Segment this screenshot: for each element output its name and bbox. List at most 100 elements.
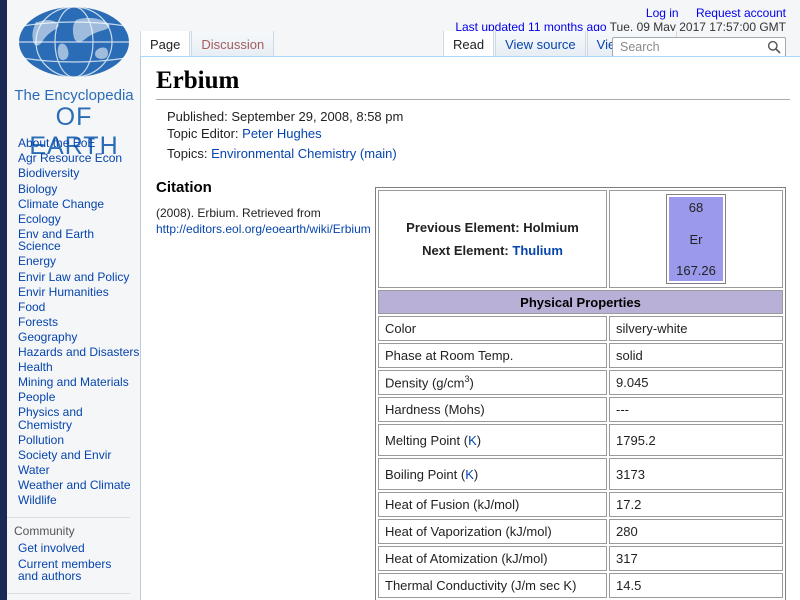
unit-link-k[interactable]: K (468, 433, 477, 448)
table-row: Melting Point (K)1795.2 (378, 424, 783, 456)
sidebar-item-agr-resource-econ[interactable]: Agr Resource Econ (18, 152, 140, 165)
physical-properties-header: Physical Properties (378, 290, 783, 314)
list-item: Weather and Climate (7, 478, 140, 493)
citation-url-link[interactable]: http://editors.eol.org/eoearth/wiki/Erbi… (156, 222, 371, 236)
tab-read[interactable]: Read (443, 31, 494, 57)
tab-discussion[interactable]: Discussion (191, 31, 274, 57)
property-label: Heat of Atomization (kJ/mol) (378, 546, 607, 571)
sidebar-item-hazards-and-disasters[interactable]: Hazards and Disasters (18, 346, 140, 359)
search-input[interactable] (612, 37, 786, 57)
sidebar-item-mining-and-materials[interactable]: Mining and Materials (18, 376, 140, 389)
sidebar-item-about-the-eoe[interactable]: About the EoE (18, 137, 140, 150)
previous-element-name: Holmium (523, 220, 579, 235)
property-value: 17.2 (609, 492, 783, 517)
sidebar-item-current-members-and-authors[interactable]: Current members and authors (18, 558, 130, 583)
sidebar-item-biology[interactable]: Biology (18, 183, 140, 196)
property-value: silvery-white (609, 316, 783, 341)
property-label: Heat of Fusion (kJ/mol) (378, 492, 607, 517)
property-value: solid (609, 343, 783, 368)
atomic-mass: 167.26 (667, 263, 725, 278)
property-label: Phase at Room Temp. (378, 343, 607, 368)
property-label: Heat of Vaporization (kJ/mol) (378, 519, 607, 544)
sidebar-item-envir-law-and-policy[interactable]: Envir Law and Policy (18, 271, 140, 284)
previous-element-label: Previous Element: (406, 220, 523, 235)
sidebar-item-physics-and-chemistry[interactable]: Physics and Chemistry (18, 406, 140, 431)
sidebar-item-wildlife[interactable]: Wildlife (18, 494, 140, 507)
list-item: Ecology (7, 211, 140, 226)
page: The Encyclopedia OF EARTH Log in Request… (0, 0, 800, 600)
topic-editor-link[interactable]: Peter Hughes (242, 126, 322, 141)
list-item: Envir Law and Policy (7, 269, 140, 284)
list-item: Env and Earth Science (7, 227, 140, 255)
tab-view-source[interactable]: View source (495, 31, 586, 57)
citation-section: Citation (2008). Erbium. Retrieved from … (156, 179, 391, 237)
list-item: Food (7, 299, 140, 314)
list-item: Agr Resource Econ (7, 151, 140, 166)
list-item: Physics and Chemistry (7, 405, 140, 433)
list-item: Mining and Materials (7, 375, 140, 390)
list-item: Pollution (7, 433, 140, 448)
topics-label: Topics: (167, 146, 211, 161)
sidebar-item-water[interactable]: Water (18, 464, 140, 477)
property-value: 9.045 (609, 370, 783, 395)
tab-view-source-link[interactable]: View source (505, 37, 576, 52)
sidebar-item-geography[interactable]: Geography (18, 331, 140, 344)
list-item: Energy (7, 254, 140, 269)
property-label: Hardness (Mohs) (378, 397, 607, 422)
tab-page[interactable]: Page (140, 31, 190, 57)
sidebar-item-climate-change[interactable]: Climate Change (18, 198, 140, 211)
property-label: Color (378, 316, 607, 341)
unit-link-k[interactable]: K (465, 467, 474, 482)
login-link[interactable]: Log in (646, 6, 679, 20)
sidebar-item-health[interactable]: Health (18, 361, 140, 374)
tab-discussion-link[interactable]: Discussion (201, 37, 264, 52)
sidebar-item-ecology[interactable]: Ecology (18, 213, 140, 226)
table-row: Phase at Room Temp.solid (378, 343, 783, 368)
list-item: Get involved (7, 541, 130, 556)
globe-icon (16, 4, 132, 80)
list-item: Climate Change (7, 196, 140, 211)
sidebar-item-energy[interactable]: Energy (18, 255, 140, 268)
article-meta: Published: September 29, 2008, 8:58 pm T… (167, 108, 800, 162)
property-label: Melting Point (K) (378, 424, 607, 456)
request-account-link[interactable]: Request account (696, 6, 786, 20)
sidebar-section-community: Community Get involved Current members and… (7, 517, 130, 584)
search-icon[interactable] (767, 40, 781, 54)
element-tile: 68 Er 167.26 (666, 194, 726, 284)
property-value: 3173 (609, 458, 783, 490)
personal-bar: Log in Request account Last updated 11 m… (455, 6, 786, 34)
table-row: Heat of Fusion (kJ/mol)17.2 (378, 492, 783, 517)
next-element-link[interactable]: Thulium (512, 243, 563, 258)
sidebar-item-people[interactable]: People (18, 391, 140, 404)
table-row: Thermal Conductivity (J/m sec K)14.5 (378, 573, 783, 598)
list-item: Biology (7, 181, 140, 196)
sidebar-item-env-and-earth-science[interactable]: Env and Earth Science (18, 228, 140, 253)
list-item: Current members and authors (7, 556, 130, 584)
property-value: 317 (609, 546, 783, 571)
property-value: 280 (609, 519, 783, 544)
list-item: Geography (7, 330, 140, 345)
search-box (612, 37, 786, 57)
element-symbol: Er (667, 232, 725, 247)
sidebar-item-weather-and-climate[interactable]: Weather and Climate (18, 479, 140, 492)
sidebar-item-biodiversity[interactable]: Biodiversity (18, 167, 140, 180)
published-label: Published: (167, 109, 231, 124)
topic-editor-label: Topic Editor: (167, 126, 242, 141)
sidebar-item-pollution[interactable]: Pollution (18, 434, 140, 447)
table-row: Hardness (Mohs)--- (378, 397, 783, 422)
table-row: Boiling Point (K)3173 (378, 458, 783, 490)
topics-link[interactable]: Environmental Chemistry (main) (211, 146, 397, 161)
published-value: September 29, 2008, 8:58 pm (231, 109, 403, 124)
list-item: Water (7, 463, 140, 478)
sidebar: About the EoE Agr Resource Econ Biodiversi… (7, 136, 140, 600)
list-item: Envir Humanities (7, 284, 140, 299)
sidebar-item-food[interactable]: Food (18, 301, 140, 314)
sidebar-item-forests[interactable]: Forests (18, 316, 140, 329)
sidebar-item-envir-humanities[interactable]: Envir Humanities (18, 286, 140, 299)
sidebar-item-get-involved[interactable]: Get involved (18, 542, 130, 555)
sidebar-section-heading: Community (7, 524, 130, 538)
property-label: Density (g/cm3) (378, 370, 607, 395)
citation-text: (2008). Erbium. Retrieved from (156, 206, 321, 220)
sidebar-item-society-and-envir[interactable]: Society and Envir (18, 449, 140, 462)
list-item: Society and Envir (7, 448, 140, 463)
